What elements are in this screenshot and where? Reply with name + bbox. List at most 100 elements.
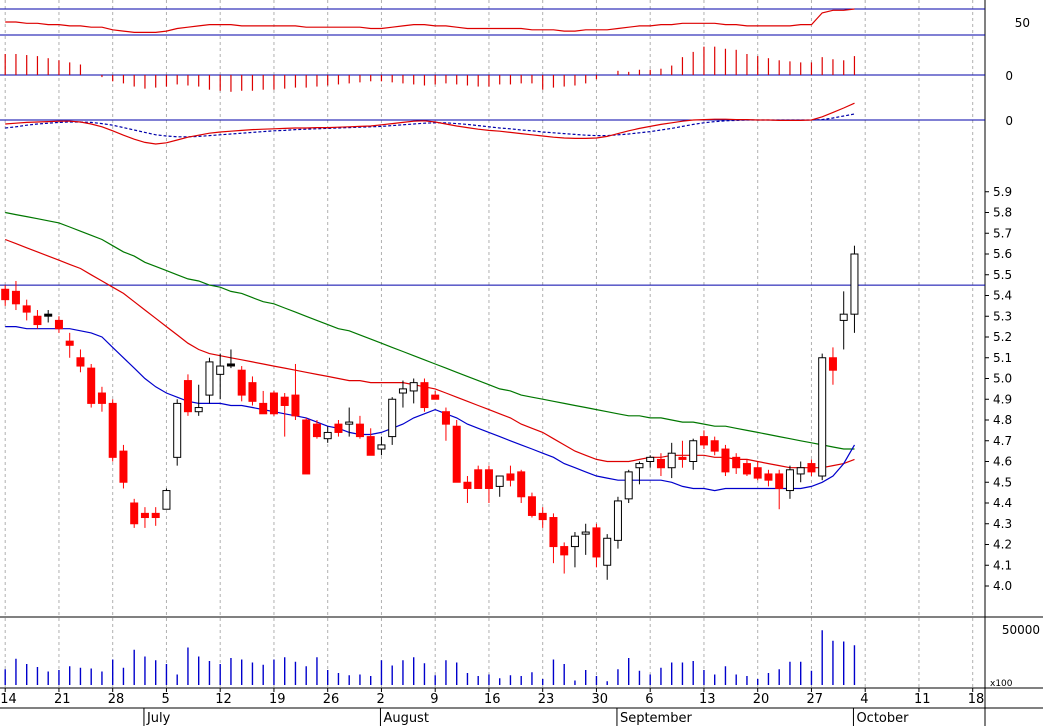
axis-labels: 50 0 0 50000 x100 5.9 5.8 5.7 5.6 5.5 5.4 5.3 5… [0, 16, 1040, 726]
candle-body [173, 402, 182, 458]
candle-body [33, 315, 42, 326]
volume-tick-label: 50000 [1002, 623, 1040, 637]
candle-body [226, 363, 235, 367]
date-tick-label: 18 [968, 692, 985, 707]
osc-main-series [5, 102, 855, 145]
price-tick-label: 4.9 [993, 392, 1012, 406]
candle-body [689, 440, 698, 462]
candle-body [441, 411, 450, 425]
date-tick-label: 23 [538, 692, 555, 707]
date-tick-label: 27 [806, 692, 823, 707]
price-tick-label: 4.5 [993, 475, 1012, 489]
candle-body [613, 500, 622, 541]
price-tick-label: 4.7 [993, 434, 1012, 448]
date-tick-label: 6 [645, 692, 653, 707]
candle-body [205, 361, 214, 396]
candle-body [828, 357, 837, 371]
price-panel [1, 211, 859, 580]
candle-body [22, 305, 31, 313]
candle-body [388, 398, 397, 438]
ma-long-series [5, 211, 855, 450]
candle-body [635, 463, 644, 469]
candle-body [130, 502, 139, 525]
candle-body [764, 473, 773, 481]
candle-body [291, 394, 300, 417]
candle-body [366, 436, 375, 456]
volume-panel [4, 630, 856, 685]
candle-body [678, 456, 687, 460]
price-tick-label: 5.2 [993, 330, 1012, 344]
price-tick-label: 4.2 [993, 538, 1012, 552]
candle-body [753, 467, 762, 479]
volume-unit-label: x100 [990, 679, 1013, 689]
oscillator-top-panel [5, 8, 855, 34]
candle-body [603, 537, 612, 566]
price-tick-label: 5.8 [993, 206, 1012, 220]
candle-body [839, 313, 848, 321]
candle-body [463, 481, 472, 489]
candle-body [624, 471, 633, 500]
candle-body [656, 458, 665, 469]
date-tick-label: 21 [54, 692, 71, 707]
candle-body [312, 423, 321, 438]
price-tick-label: 4.8 [993, 413, 1012, 427]
candle-body [538, 512, 547, 521]
osc-signal-series [5, 113, 855, 138]
candle-body [667, 452, 676, 469]
price-tick-label: 4.1 [993, 558, 1012, 572]
candle-body [721, 448, 730, 473]
date-tick-label: 20 [753, 692, 770, 707]
candle-body [269, 392, 278, 415]
candle-body [355, 423, 364, 438]
candle-body [377, 444, 386, 450]
stock-chart: 50 0 0 50000 x100 5.9 5.8 5.7 5.6 5.5 5.4 5.3 5… [0, 0, 1043, 726]
date-tick-label: 12 [215, 692, 232, 707]
candle-body [495, 475, 504, 487]
candle-body [54, 319, 63, 330]
candle-body [302, 419, 311, 475]
candle-body [581, 531, 590, 535]
candle-body [646, 456, 655, 463]
date-tick-label: 19 [269, 692, 286, 707]
candle-body [527, 496, 536, 516]
date-tick-label: 16 [484, 692, 501, 707]
candle-body [398, 388, 407, 394]
candle-body [474, 469, 483, 489]
candle-body [216, 365, 225, 375]
candle-body [549, 517, 558, 548]
candle-body [237, 369, 246, 396]
price-tick-label: 5.3 [993, 309, 1012, 323]
price-tick-label: 4.3 [993, 517, 1012, 531]
candle-body [807, 463, 816, 473]
osc-top-tick-label: 50 [1015, 16, 1030, 30]
candle-body [11, 290, 20, 305]
candle-body [785, 469, 794, 492]
candle-body [796, 467, 805, 475]
candle-body [323, 431, 332, 440]
month-label: July [146, 711, 171, 726]
date-tick-label: 2 [376, 692, 384, 707]
candle-body [334, 423, 343, 433]
oscillator-line-panel [5, 102, 855, 145]
price-tick-label: 5.7 [993, 226, 1012, 240]
candle-body [517, 471, 526, 498]
candle-body [452, 425, 461, 483]
candle-body [248, 382, 257, 402]
price-tick-label: 5.4 [993, 289, 1012, 303]
date-tick-label: 14 [0, 692, 17, 707]
price-tick-label: 5.0 [993, 372, 1012, 386]
date-tick-label: 13 [699, 692, 716, 707]
candle-body [592, 527, 601, 558]
candle-body [259, 402, 268, 415]
osc-line-tick-label: 0 [1005, 114, 1013, 128]
candle-body [699, 436, 708, 446]
month-label: October [856, 711, 909, 726]
grid-lines [4, 0, 974, 688]
date-tick-label: 26 [323, 692, 340, 707]
candle-body [818, 357, 827, 477]
candle-body [151, 512, 160, 519]
candle-body [76, 357, 85, 367]
date-tick-label: 28 [108, 692, 125, 707]
candle-body [409, 382, 418, 392]
oscillator-histogram-panel [4, 46, 856, 92]
